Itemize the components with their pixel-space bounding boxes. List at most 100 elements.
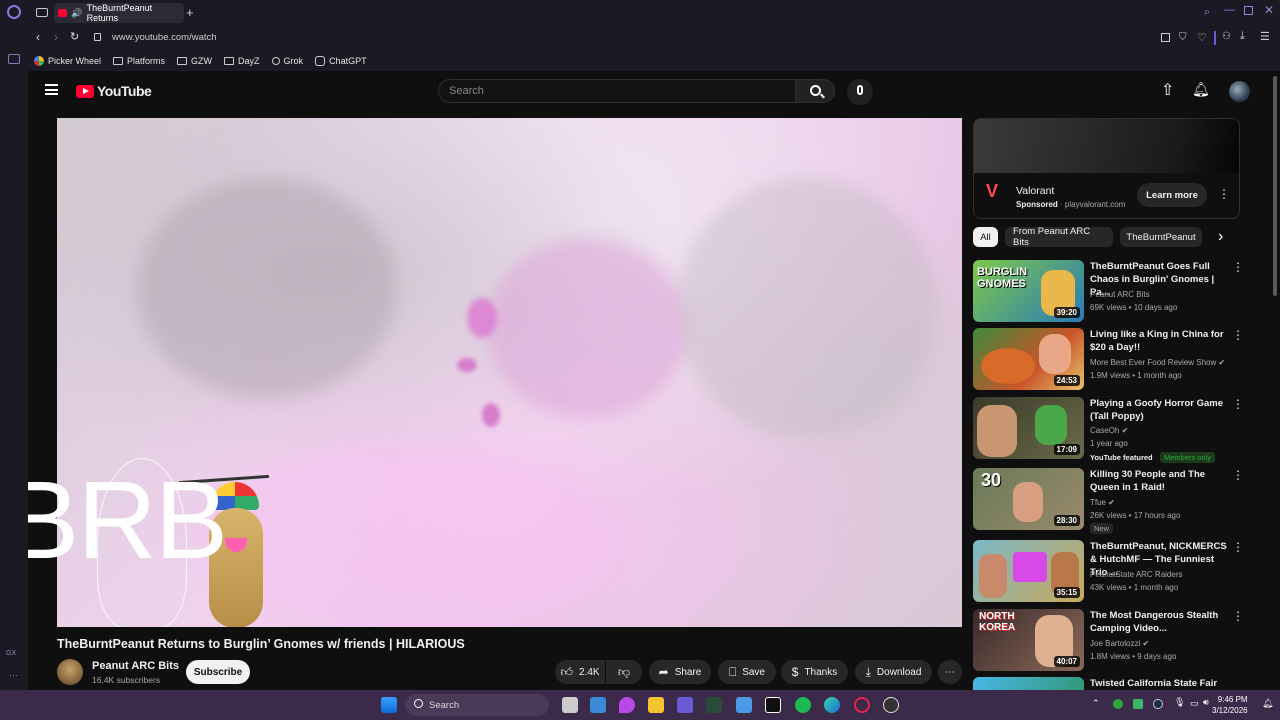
youtube-logo[interactable]: YouTube <box>76 83 152 99</box>
search-button[interactable] <box>795 79 835 103</box>
capcut-icon[interactable] <box>765 697 781 713</box>
chip-from-channel[interactable]: From Peanut ARC Bits <box>1005 226 1113 248</box>
chevron-right-icon[interactable]: › <box>1218 228 1223 246</box>
task-view-icon[interactable] <box>562 697 578 713</box>
terminal-icon[interactable] <box>706 697 722 713</box>
video-thumbnail[interactable] <box>973 677 1084 690</box>
more-vertical-icon[interactable]: ⋮ <box>1232 468 1244 482</box>
channel-name[interactable]: Tfue ✔ <box>1090 498 1115 507</box>
more-icon[interactable]: ··· <box>9 670 18 680</box>
notepad-icon[interactable] <box>736 697 752 713</box>
new-tab-button[interactable]: + <box>186 5 194 20</box>
list-item[interactable]: 30 28:30 Killing 30 People and The Queen… <box>973 468 1253 534</box>
tray-steam-icon[interactable] <box>1153 699 1163 709</box>
list-item[interactable]: 17:09 Playing a Goofy Horror Game (Tall … <box>973 397 1253 463</box>
obs-icon[interactable] <box>883 697 899 713</box>
upload-icon[interactable]: ⇧ <box>1161 80 1174 100</box>
video-thumbnail[interactable]: 30 28:30 <box>973 468 1084 530</box>
ad-banner[interactable] <box>974 119 1239 173</box>
minimize-button[interactable]: — <box>1224 4 1235 16</box>
chip-theburntpeanut[interactable]: TheBurntPeanut <box>1120 227 1202 247</box>
shield-icon[interactable]: ⛉ <box>1179 32 1187 43</box>
bookmark-platforms[interactable]: Platforms <box>113 56 165 66</box>
close-window-button[interactable]: ✕ <box>1264 3 1274 17</box>
video-title[interactable]: Living like a King in China for $20 a Da… <box>1090 328 1230 354</box>
list-item[interactable]: 35:15 TheBurntPeanut, NICKMERCS & HutchM… <box>973 540 1253 604</box>
more-actions-button[interactable]: ⋯ <box>938 660 962 684</box>
bell-icon[interactable]: 🔔︎ <box>1192 81 1210 98</box>
thanks-button[interactable]: $ Thanks <box>781 660 848 684</box>
profile-icon[interactable]: ⚇ <box>1222 31 1231 42</box>
video-title[interactable]: Killing 30 People and The Queen in 1 Rai… <box>1090 468 1230 494</box>
aria-icon[interactable] <box>8 54 20 64</box>
dislike-button[interactable]: 👎︎ <box>606 660 642 684</box>
avatar[interactable] <box>1229 81 1250 102</box>
tray-app-icon[interactable] <box>1133 699 1143 709</box>
search-input[interactable]: Search <box>438 79 796 103</box>
list-item[interactable]: 24:53 Living like a King in China for $2… <box>973 328 1253 392</box>
droplet-icon[interactable] <box>619 697 635 713</box>
menu-icon[interactable]: ☰ <box>1260 30 1270 43</box>
opera-logo-icon[interactable] <box>7 5 21 19</box>
list-item[interactable]: BURGLIN GNOMES 39:20 TheBurntPeanut Goes… <box>973 260 1253 324</box>
more-vertical-icon[interactable]: ⋮ <box>1232 397 1244 411</box>
maximize-button[interactable] <box>1244 6 1253 15</box>
more-vertical-icon[interactable]: ⋮ <box>1232 609 1244 623</box>
more-vertical-icon[interactable]: ⋮ <box>1232 328 1244 342</box>
video-title[interactable]: Twisted California State Fair <box>1090 677 1230 690</box>
video-thumbnail[interactable]: BURGLIN GNOMES 39:20 <box>973 260 1084 322</box>
list-item[interactable]: Twisted California State Fair <box>973 677 1253 690</box>
windows-start-icon[interactable] <box>381 697 397 713</box>
opera-gx-icon[interactable] <box>854 697 870 713</box>
more-vertical-icon[interactable]: ⋮ <box>1232 260 1244 274</box>
channel-name[interactable]: Peanut ARC Bits <box>92 660 179 672</box>
file-explorer-icon[interactable] <box>648 697 664 713</box>
chip-all[interactable]: All <box>973 227 998 247</box>
save-button[interactable]: ⎕ Save <box>718 660 776 684</box>
notification-icon[interactable]: 🔔︎ <box>1262 698 1273 709</box>
gx-icon[interactable]: GX <box>6 650 16 657</box>
ad-more-icon[interactable]: ⋮ <box>1218 187 1230 201</box>
bookmark-grok[interactable]: Grok <box>271 56 303 66</box>
channel-name[interactable]: Joe Bartolozzi ✔ <box>1090 639 1149 648</box>
like-button[interactable]: 👍︎ 2.4K <box>555 660 605 684</box>
bookmark-dayz[interactable]: DayZ <box>224 56 260 66</box>
taskbar-clock[interactable]: 9:46 PM 3/12/2026 <box>1212 694 1248 716</box>
page-scrollbar[interactable] <box>1270 71 1280 690</box>
video-thumbnail[interactable]: 35:15 <box>973 540 1084 602</box>
scroll-thumb[interactable] <box>1273 76 1277 296</box>
video-title[interactable]: Playing a Goofy Horror Game (Tall Poppy) <box>1090 397 1230 423</box>
search-tabs-icon[interactable]: ⌕ <box>1204 6 1210 19</box>
volume-icon[interactable]: 🔊︎ <box>1203 697 1209 708</box>
list-item[interactable]: NORTH KOREA 40:07 The Most Dangerous Ste… <box>973 609 1253 673</box>
channel-name[interactable]: Peanut ARC Bits <box>1090 290 1150 299</box>
forward-button[interactable]: › <box>54 30 58 44</box>
video-title[interactable]: The Most Dangerous Stealth Camping Video… <box>1090 609 1230 635</box>
bookmark-chatgpt[interactable]: ChatGPT <box>315 55 367 66</box>
subscribe-button[interactable]: Subscribe <box>186 660 250 684</box>
heart-icon[interactable]: ♡ <box>1197 31 1207 44</box>
taskbar-search[interactable]: Search <box>405 694 549 716</box>
learn-more-button[interactable]: Learn more <box>1137 183 1207 207</box>
channel-name[interactable]: CaseOh ✔ <box>1090 426 1128 435</box>
channel-name[interactable]: More Best Ever Food Review Show ✔ <box>1090 358 1225 367</box>
grid-app-icon[interactable] <box>677 697 693 713</box>
speaker-icon[interactable]: 🔊 <box>71 8 82 19</box>
share-button[interactable]: ➦ Share <box>649 660 711 684</box>
url-field[interactable]: www.youtube.com/watch <box>112 32 217 43</box>
download-icon[interactable]: ⤓ <box>1240 30 1245 43</box>
tab-active[interactable]: 🔊 TheBurntPeanut Returns <box>54 3 184 23</box>
tray-chevron-icon[interactable]: ⌃ <box>1092 698 1100 709</box>
spotify-icon[interactable] <box>795 697 811 713</box>
channel-avatar[interactable] <box>57 659 83 685</box>
edge-icon[interactable] <box>824 697 840 713</box>
back-button[interactable]: ‹ <box>36 30 40 44</box>
photos-icon[interactable] <box>590 697 606 713</box>
bookmark-picker-wheel[interactable]: Picker Wheel <box>34 55 101 66</box>
snapshot-icon[interactable] <box>1161 33 1170 42</box>
mic-tray-icon[interactable]: 🎙︎ <box>1174 697 1185 708</box>
more-vertical-icon[interactable]: ⋮ <box>1232 540 1244 554</box>
video-thumbnail[interactable]: 24:53 <box>973 328 1084 390</box>
bookmark-gzw[interactable]: GZW <box>177 56 212 66</box>
tab-overview-icon[interactable] <box>36 8 48 17</box>
